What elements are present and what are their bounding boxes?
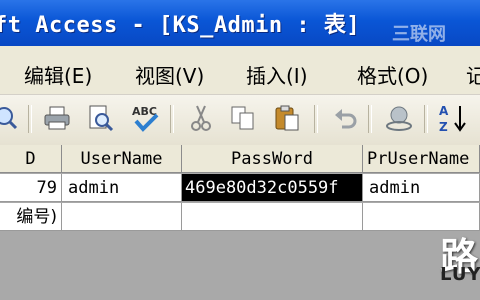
empty-workspace — [0, 239, 480, 300]
cut-icon[interactable] — [186, 103, 216, 133]
column-header-password[interactable]: PassWord — [182, 145, 363, 173]
cell-id[interactable]: 79 — [0, 174, 62, 202]
paste-icon[interactable] — [272, 103, 302, 133]
toolbar: ABC AZ — [0, 95, 480, 146]
toolbar-separator — [368, 105, 372, 133]
svg-text:Z: Z — [439, 120, 448, 134]
watermark-logo-text: LUY — [440, 264, 480, 285]
column-header-id[interactable]: D — [0, 145, 62, 173]
table-row: 79 admin 469e80d32c0559f admin — [0, 174, 480, 203]
new-record-row: 编号) — [0, 203, 480, 232]
cell-password-selected[interactable]: 469e80d32c0559f — [182, 174, 363, 202]
sort-ascending-icon[interactable]: AZ — [438, 103, 468, 134]
menu-view[interactable]: 视图(V) — [135, 60, 204, 89]
menu-bar: 编辑(E) 视图(V) 插入(I) 格式(O) 记 — [0, 46, 480, 95]
cell-username-empty[interactable] — [62, 203, 182, 231]
svg-text:A: A — [439, 104, 449, 118]
cell-id-placeholder[interactable]: 编号) — [0, 203, 62, 231]
watermark-text: 三联网 — [392, 24, 446, 45]
toolbar-separator — [28, 105, 32, 133]
cell-password-empty[interactable] — [182, 203, 363, 231]
column-header-username[interactable]: UserName — [62, 145, 182, 173]
toolbar-separator — [424, 105, 428, 133]
menu-records[interactable]: 记 — [466, 60, 480, 89]
preview-icon[interactable] — [0, 103, 20, 133]
window-title: ft Access - [KS_Admin : 表] — [0, 13, 361, 38]
spelling-icon[interactable]: ABC — [130, 103, 160, 133]
title-bar: ft Access - [KS_Admin : 表] 三联网 — [0, 0, 480, 46]
toolbar-separator — [314, 105, 318, 133]
menu-insert[interactable]: 插入(I) — [246, 60, 308, 89]
print-icon[interactable] — [42, 103, 72, 133]
menu-edit[interactable]: 编辑(E) — [24, 60, 92, 89]
copy-icon[interactable] — [228, 103, 258, 133]
column-header-row: D UserName PassWord PrUserName — [0, 145, 480, 174]
cell-prusername[interactable]: admin — [363, 174, 480, 202]
column-header-prusername[interactable]: PrUserName — [363, 145, 480, 173]
cell-username[interactable]: admin — [62, 174, 182, 202]
hyperlink-icon[interactable] — [384, 103, 414, 133]
print-preview-icon[interactable] — [86, 103, 116, 133]
toolbar-separator — [170, 105, 174, 133]
menu-format[interactable]: 格式(O) — [357, 60, 428, 89]
undo-icon[interactable] — [330, 103, 360, 133]
